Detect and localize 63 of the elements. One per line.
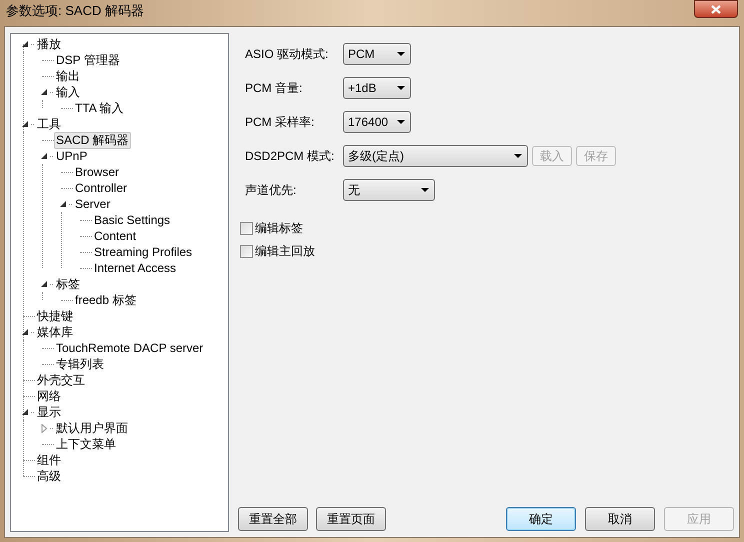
dialog-button[interactable]: 重置全部 <box>238 507 308 531</box>
tree-item[interactable]: Internet Access <box>92 260 178 276</box>
tree-item[interactable]: Streaming Profiles <box>92 244 194 260</box>
dropdown[interactable]: 多级(定点) <box>343 145 528 167</box>
dropdown-arrow-icon <box>397 120 405 124</box>
dialog-button[interactable]: 确定 <box>506 507 576 531</box>
tree-item[interactable]: UPnP <box>54 148 90 164</box>
window-title: 参数选项: SACD 解码器 <box>6 2 144 20</box>
tree-item[interactable]: 标签 <box>54 276 82 292</box>
tree-item[interactable]: SACD 解码器 <box>54 132 131 148</box>
tree-item[interactable]: 输出 <box>54 68 82 84</box>
close-button[interactable] <box>694 0 738 18</box>
tree-item[interactable]: DSP 管理器 <box>54 52 122 68</box>
setting-label: PCM 音量: <box>245 80 304 97</box>
tree-item[interactable]: 外壳交互 <box>35 372 87 388</box>
checkbox-label: 编辑标签 <box>255 220 303 237</box>
tree-item[interactable]: 组件 <box>35 452 63 468</box>
collapse-triangle-icon[interactable] <box>59 200 68 208</box>
dropdown-arrow-icon <box>397 86 405 90</box>
expand-triangle-icon[interactable] <box>40 424 49 432</box>
tree-item[interactable]: Browser <box>73 164 122 180</box>
checkbox-label: 编辑主回放 <box>255 243 315 260</box>
tree-item[interactable]: freedb 标签 <box>73 292 138 308</box>
collapse-triangle-icon[interactable] <box>40 280 49 288</box>
dropdown-arrow-icon <box>421 188 429 192</box>
dropdown[interactable]: 无 <box>343 179 435 201</box>
checkbox[interactable] <box>240 244 253 258</box>
setting-label: 声道优先: <box>245 182 298 199</box>
tree-item[interactable]: TouchRemote DACP server <box>54 340 206 356</box>
dropdown[interactable]: 176400 <box>343 111 411 133</box>
collapse-triangle-icon[interactable] <box>40 88 49 96</box>
setting-label: PCM 采样率: <box>245 114 316 131</box>
close-icon <box>711 4 721 14</box>
setting-label: DSD2PCM 模式: <box>245 148 336 165</box>
tree-item[interactable]: 上下文菜单 <box>54 436 118 452</box>
dropdown[interactable]: +1dB <box>343 77 411 99</box>
tree-item[interactable]: 快捷键 <box>35 308 75 324</box>
collapse-triangle-icon[interactable] <box>21 120 30 128</box>
tree-item[interactable]: 专辑列表 <box>54 356 106 372</box>
tree-item[interactable]: 显示 <box>35 404 63 420</box>
tree-item[interactable]: 默认用户界面 <box>54 420 130 436</box>
dialog-button[interactable]: 重置页面 <box>316 507 386 531</box>
dropdown[interactable]: PCM <box>343 43 411 65</box>
collapse-triangle-icon[interactable] <box>21 328 30 336</box>
tree-item[interactable]: Content <box>92 228 138 244</box>
tree-item[interactable]: Server <box>73 196 112 212</box>
tree-item[interactable]: Basic Settings <box>92 212 172 228</box>
dialog-button[interactable]: 取消 <box>585 507 655 531</box>
tree-item[interactable]: 工具 <box>35 116 63 132</box>
tree-item[interactable]: 播放 <box>35 36 63 52</box>
tree-item[interactable]: 网络 <box>35 388 63 404</box>
tree-item[interactable]: 高级 <box>35 468 63 484</box>
collapse-triangle-icon[interactable] <box>21 408 30 416</box>
tree-item[interactable]: 输入 <box>54 84 82 100</box>
checkbox[interactable] <box>240 222 253 234</box>
tree-item[interactable]: 媒体库 <box>35 324 75 340</box>
collapse-triangle-icon[interactable] <box>21 40 30 48</box>
tree-item[interactable]: Controller <box>73 180 130 196</box>
dropdown-arrow-icon <box>397 52 405 56</box>
dropdown-arrow-icon <box>514 154 522 158</box>
tree-item[interactable]: TTA 输入 <box>73 100 126 116</box>
collapse-triangle-icon[interactable] <box>40 152 49 160</box>
setting-label: ASIO 驱动模式: <box>245 46 330 63</box>
